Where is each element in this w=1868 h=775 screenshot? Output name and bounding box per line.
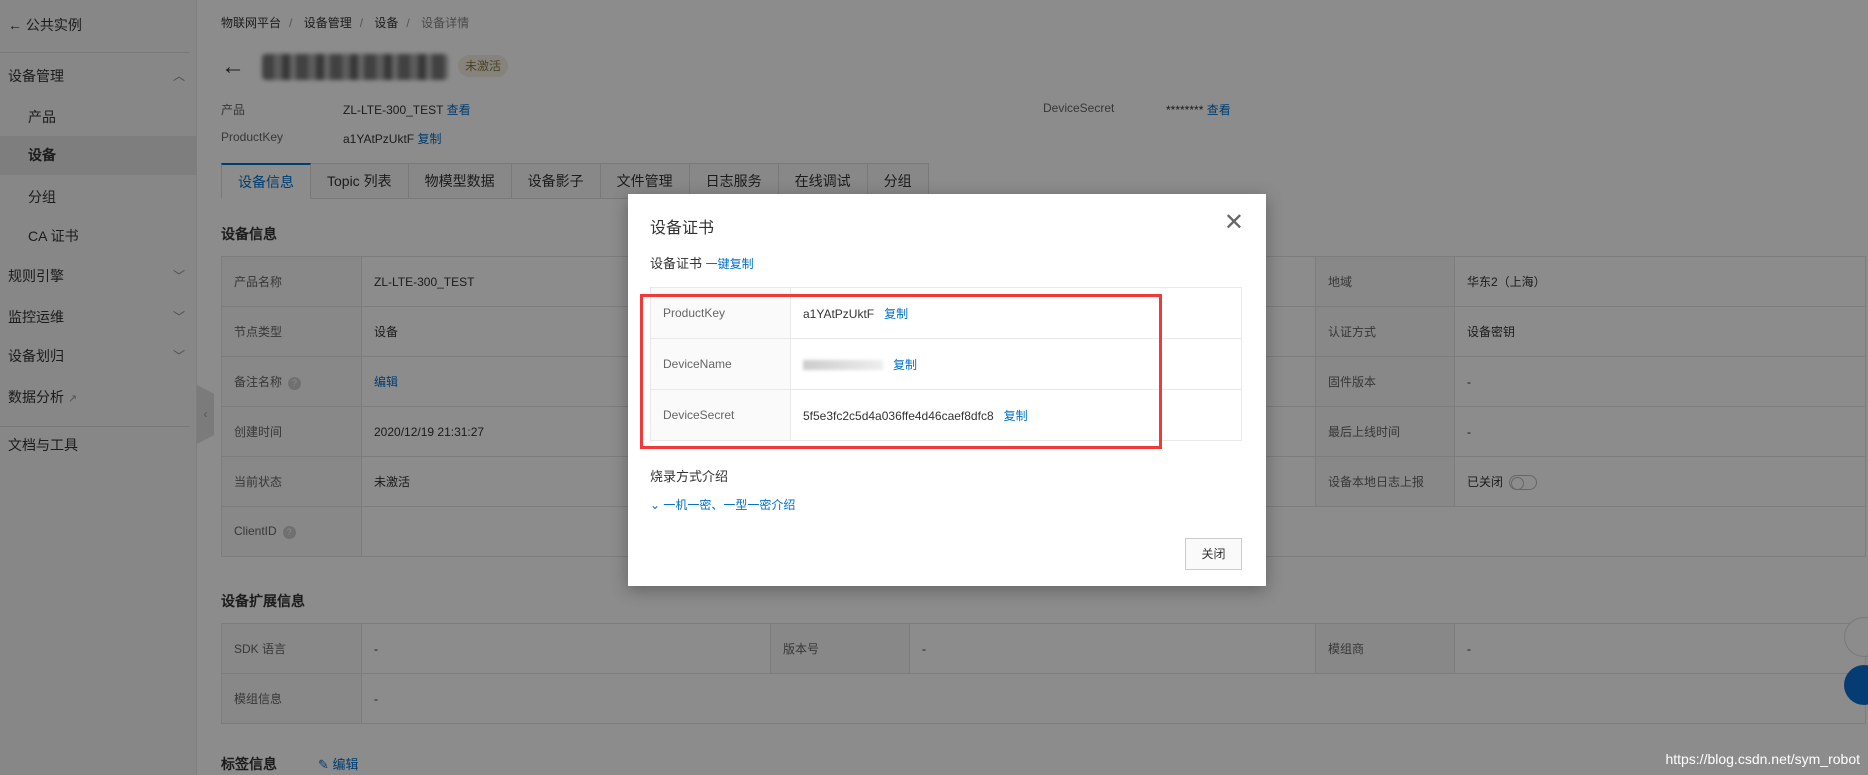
copy-all-link[interactable]: 一键复制 — [706, 257, 754, 271]
device-cert-dialog: 设备证书 ✕ 设备证书 一键复制 ProductKey a1YAtPzUktF 复… — [628, 194, 1266, 586]
chevron-down-icon: ⌄ — [650, 498, 661, 512]
highlight-box — [640, 294, 1162, 449]
dialog-title: 设备证书 — [650, 220, 715, 237]
close-button[interactable]: 关闭 — [1185, 538, 1242, 570]
close-icon[interactable]: ✕ — [1224, 208, 1244, 237]
burn-intro-toggle[interactable]: ⌄ 一机一密、一型一密介绍 — [650, 496, 795, 513]
watermark: https://blog.csdn.net/sym_robot — [1665, 751, 1860, 767]
burn-method-title: 烧录方式介绍 — [650, 469, 729, 484]
cert-subtitle: 设备证书 — [650, 256, 703, 271]
